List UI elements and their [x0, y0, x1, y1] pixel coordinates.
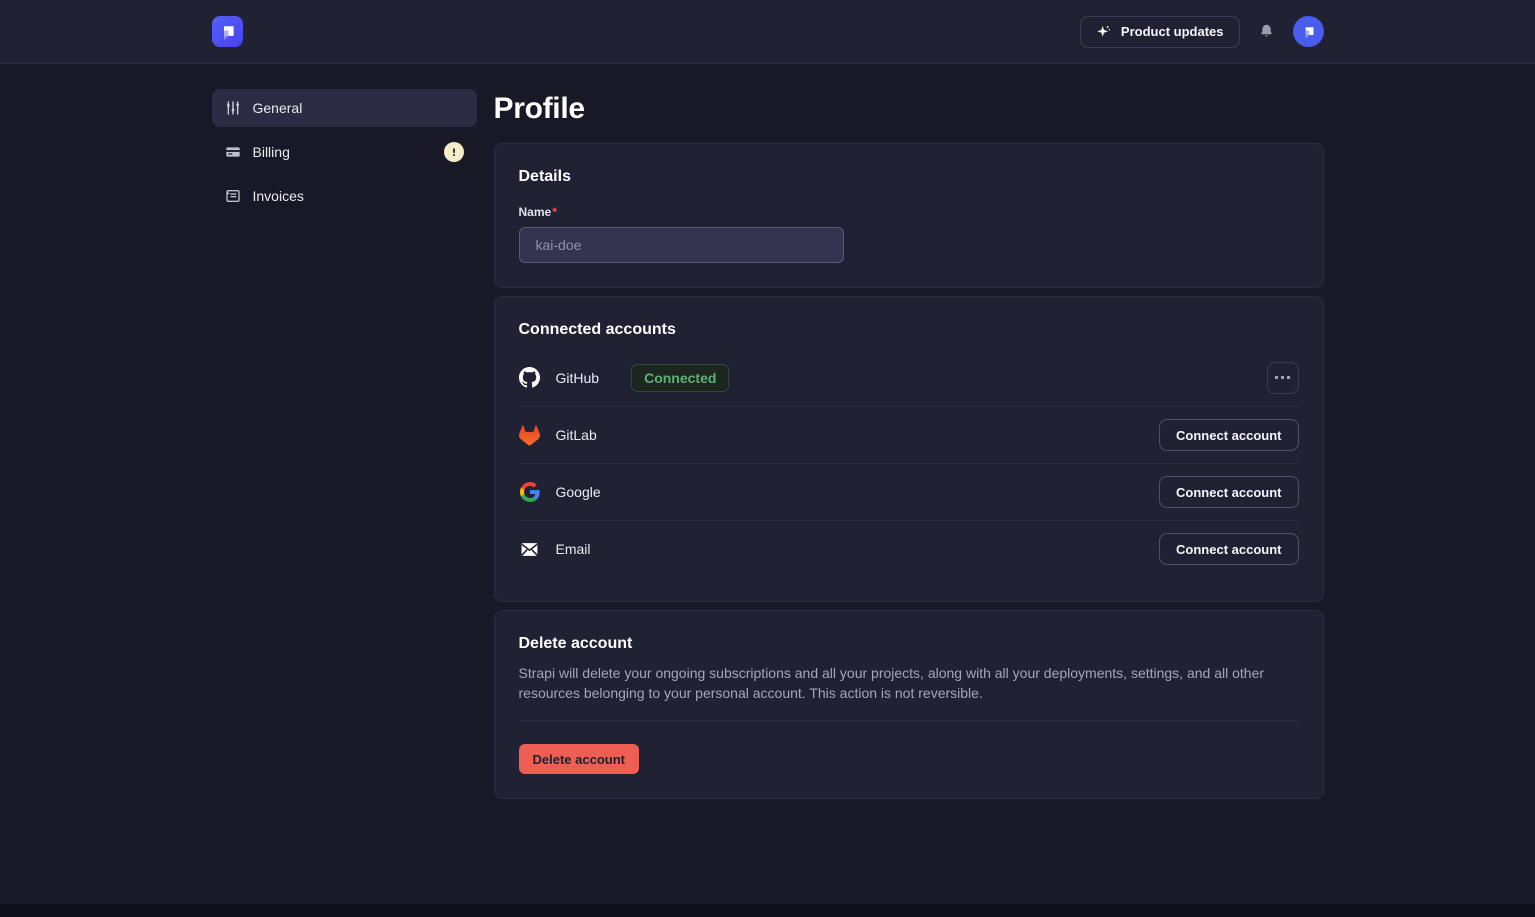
sidebar-item-invoices[interactable]: Invoices — [212, 177, 477, 215]
sliders-icon — [225, 100, 241, 116]
product-updates-button[interactable]: Product updates — [1080, 16, 1240, 48]
ellipsis-icon — [1275, 376, 1278, 379]
product-updates-label: Product updates — [1121, 24, 1224, 39]
account-provider-name: Email — [556, 541, 591, 557]
connected-status-badge: Connected — [631, 364, 729, 392]
strapi-logo-glyph — [217, 21, 238, 42]
name-field-group: Name* — [519, 203, 1299, 263]
sidebar-item-label: General — [253, 100, 303, 116]
billing-warning-badge — [444, 142, 464, 162]
gitlab-icon — [519, 425, 541, 446]
github-options-button[interactable] — [1267, 362, 1299, 394]
email-icon — [519, 540, 541, 559]
divider — [519, 720, 1299, 721]
avatar-strapi-glyph — [1300, 23, 1317, 40]
main-content: Profile Details Name* Connected accounts — [494, 89, 1324, 799]
details-title: Details — [519, 168, 1299, 186]
account-provider-name: Google — [556, 484, 601, 500]
top-bar: Product updates — [0, 0, 1535, 64]
account-row-google: Google Connect account — [519, 463, 1299, 520]
connect-gitlab-button[interactable]: Connect account — [1159, 419, 1298, 451]
sidebar-item-billing[interactable]: Billing — [212, 133, 477, 171]
sparkle-icon — [1096, 24, 1112, 40]
github-icon — [519, 367, 541, 388]
user-avatar[interactable] — [1293, 16, 1324, 47]
connect-email-button[interactable]: Connect account — [1159, 533, 1298, 565]
connected-accounts-list: GitHub Connected — [519, 349, 1299, 577]
notifications-bell-icon[interactable] — [1256, 21, 1277, 42]
warning-icon — [449, 147, 459, 157]
credit-card-icon — [225, 144, 241, 160]
sidebar-item-general[interactable]: General — [212, 89, 477, 127]
required-asterisk: * — [552, 205, 557, 219]
strapi-logo[interactable] — [212, 16, 243, 47]
page-title: Profile — [494, 92, 1324, 126]
account-row-gitlab: GitLab Connect account — [519, 406, 1299, 463]
name-input[interactable] — [519, 227, 844, 263]
delete-account-description: Strapi will delete your ongoing subscrip… — [519, 663, 1299, 703]
delete-account-card: Delete account Strapi will delete your o… — [494, 610, 1324, 799]
account-row-email: Email Connect account — [519, 520, 1299, 577]
name-label: Name — [519, 205, 552, 219]
connected-accounts-title: Connected accounts — [519, 321, 1299, 339]
bell-icon — [1258, 23, 1275, 40]
bottom-strip — [0, 904, 1535, 917]
account-provider-name: GitLab — [556, 427, 597, 443]
details-card: Details Name* — [494, 143, 1324, 288]
sidebar-item-label: Invoices — [253, 188, 304, 204]
google-icon — [519, 482, 541, 502]
delete-account-title: Delete account — [519, 635, 1299, 653]
sidebar-item-label: Billing — [253, 144, 290, 160]
delete-account-button[interactable]: Delete account — [519, 744, 639, 774]
settings-sidebar: General Billing — [212, 89, 477, 799]
connect-google-button[interactable]: Connect account — [1159, 476, 1298, 508]
account-row-github: GitHub Connected — [519, 349, 1299, 406]
invoice-icon — [225, 188, 241, 204]
connected-accounts-card: Connected accounts GitHub Connected — [494, 296, 1324, 602]
account-provider-name: GitHub — [556, 370, 600, 386]
